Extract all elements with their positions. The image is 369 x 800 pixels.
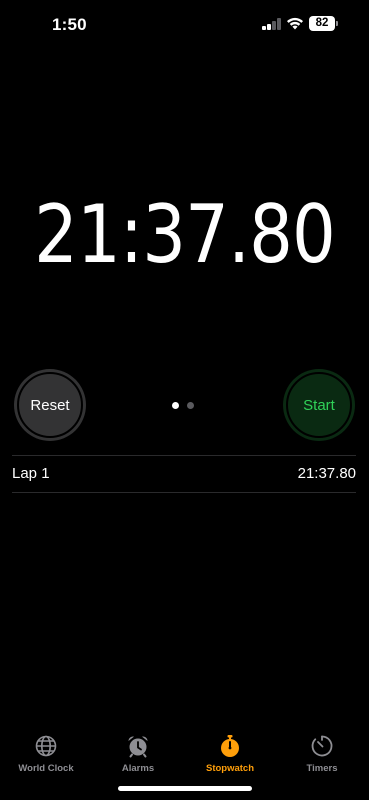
tab-alarms[interactable]: Alarms bbox=[92, 728, 184, 774]
page-dot-2[interactable] bbox=[187, 402, 194, 409]
elapsed-time-display: 21:37.80 bbox=[34, 188, 336, 281]
battery-tip bbox=[336, 21, 338, 26]
globe-icon bbox=[35, 735, 57, 757]
stopwatch-icon bbox=[221, 735, 239, 757]
lap-row: Lap 1 21:37.80 bbox=[12, 455, 356, 492]
cellular-signal-icon bbox=[262, 18, 282, 30]
tab-stopwatch[interactable]: Stopwatch bbox=[184, 728, 276, 774]
tab-world-clock[interactable]: World Clock bbox=[0, 728, 92, 774]
lap-time: 21:37.80 bbox=[297, 465, 356, 482]
battery-indicator: 82 bbox=[309, 16, 335, 31]
tab-label-world-clock: World Clock bbox=[18, 763, 74, 774]
page-dot-1[interactable] bbox=[172, 402, 179, 409]
wifi-icon bbox=[287, 17, 303, 30]
status-time: 1:50 bbox=[52, 15, 87, 34]
tab-label-stopwatch: Stopwatch bbox=[205, 763, 255, 774]
reset-button[interactable]: Reset bbox=[14, 369, 86, 441]
home-indicator[interactable] bbox=[118, 786, 252, 791]
tab-label-timers: Timers bbox=[306, 763, 338, 774]
page-indicator[interactable] bbox=[172, 402, 194, 409]
start-button[interactable]: Start bbox=[283, 369, 355, 441]
tab-timers[interactable]: Timers bbox=[276, 728, 368, 774]
lap-divider-bottom bbox=[12, 492, 356, 493]
lap-label: Lap 1 bbox=[12, 465, 50, 482]
status-bar: 1:50 82 bbox=[0, 0, 369, 50]
tab-bar: World Clock Alarms Stopwatch Timers bbox=[0, 728, 369, 778]
alarm-clock-icon bbox=[128, 736, 148, 758]
tab-label-alarms: Alarms bbox=[121, 763, 155, 774]
timer-icon bbox=[311, 735, 333, 757]
